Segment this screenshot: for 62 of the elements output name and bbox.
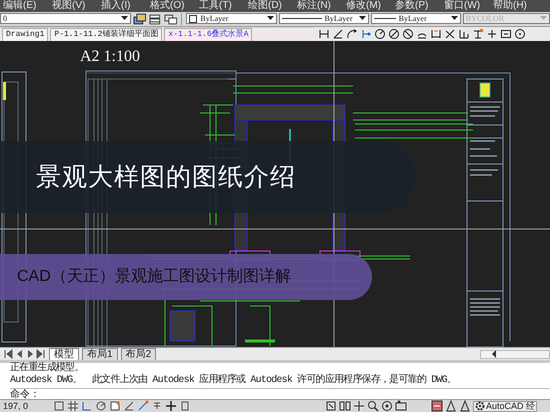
document-tab[interactable]: P-1.1-11.2铺装详细平面图	[50, 28, 162, 41]
command-history-line: Autodesk DWG。 此文件上次由 Autodesk 应用程序或 Autodesk 许可的应用程序保存，是可靠的 DWG。	[10, 375, 458, 388]
dimension-icon[interactable]	[318, 28, 330, 40]
banner-title: 景观大样图的图纸介绍	[36, 162, 296, 194]
arc-arrow-icon[interactable]	[346, 28, 358, 40]
viewports-icon[interactable]	[339, 400, 351, 412]
property-dropdown[interactable]: ByLayer	[370, 13, 461, 24]
gear-icon[interactable]	[475, 401, 485, 412]
layout-tab[interactable]: 布局1	[82, 348, 118, 361]
property-dropdown: BYCOLOR	[462, 13, 550, 24]
zoom-icon[interactable]	[367, 400, 379, 412]
grid-icon[interactable]	[67, 400, 79, 412]
caret-icon[interactable]	[266, 16, 274, 22]
ortho-icon[interactable]	[81, 400, 93, 412]
layer-stack-icon[interactable]	[164, 12, 178, 25]
pan-icon[interactable]	[353, 400, 365, 412]
layer-states-icon[interactable]	[132, 12, 146, 25]
layers-icon[interactable]	[148, 12, 162, 25]
command-prompt: 命令：	[10, 389, 40, 400]
tracking-icon[interactable]	[137, 400, 149, 412]
layout-tab[interactable]: 布局2	[120, 348, 156, 361]
menu-item[interactable]: 参数(P)	[395, 0, 444, 12]
angle-icon[interactable]	[332, 28, 344, 40]
lineweight-sample-icon	[374, 18, 396, 20]
linetype-sample-icon	[282, 18, 322, 20]
color-swatch-icon	[189, 14, 198, 23]
no-entry-icon[interactable]	[402, 28, 414, 40]
property-dropdown[interactable]: ByLayer	[278, 13, 369, 24]
sheet-scale-label: A2 1:100	[80, 48, 140, 66]
caret-icon[interactable]	[120, 16, 128, 22]
menu-item[interactable]: 绘图(D)	[248, 0, 297, 12]
ordinate-icon[interactable]	[360, 28, 372, 40]
property-dropdown[interactable]: ByLayer	[186, 13, 277, 24]
coordinates-readout: 197, 0	[2, 401, 30, 412]
menu-item[interactable]: 工具(T)	[199, 0, 248, 12]
last-tab-icon[interactable]	[36, 349, 46, 360]
workspace-button[interactable]: AutoCAD 经	[473, 400, 538, 412]
diameter-icon[interactable]	[388, 28, 400, 40]
banner-subtitle: CAD（天正）景观施工图设计制图详解	[17, 266, 291, 288]
layout-tab[interactable]: 模型	[49, 348, 79, 361]
menu-item[interactable]: 帮助(H)	[493, 0, 542, 12]
horizontal-scrollbar[interactable]	[480, 350, 550, 359]
caret-icon[interactable]	[450, 16, 458, 22]
document-tab[interactable]: x-1.1-1.6叠式水景A	[164, 28, 252, 41]
document-tab[interactable]: Drawing1	[2, 28, 48, 41]
object-snap-icon[interactable]	[109, 400, 121, 412]
next-tab-icon[interactable]	[25, 349, 35, 360]
polar-icon[interactable]	[95, 400, 107, 412]
layer-dropdown[interactable]: 0	[0, 13, 131, 24]
menu-item[interactable]: 修改(M)	[346, 0, 395, 12]
crosshair-icon[interactable]	[165, 400, 177, 412]
command-history-line: 正在重生成模型。	[10, 363, 85, 374]
menu-item[interactable]: 插入(I)	[101, 0, 150, 12]
radius-icon[interactable]	[374, 28, 386, 40]
menu-item[interactable]: 格式(O)	[150, 0, 199, 12]
menu-item[interactable]: 编辑(E)	[3, 0, 52, 12]
caret-icon[interactable]	[358, 16, 366, 22]
center-mark-icon[interactable]	[514, 28, 526, 40]
first-tab-icon[interactable]	[3, 349, 13, 360]
frame-icon[interactable]	[500, 28, 512, 40]
scroll-left-icon[interactable]	[491, 350, 497, 358]
menu-item[interactable]: 视图(V)	[52, 0, 101, 12]
